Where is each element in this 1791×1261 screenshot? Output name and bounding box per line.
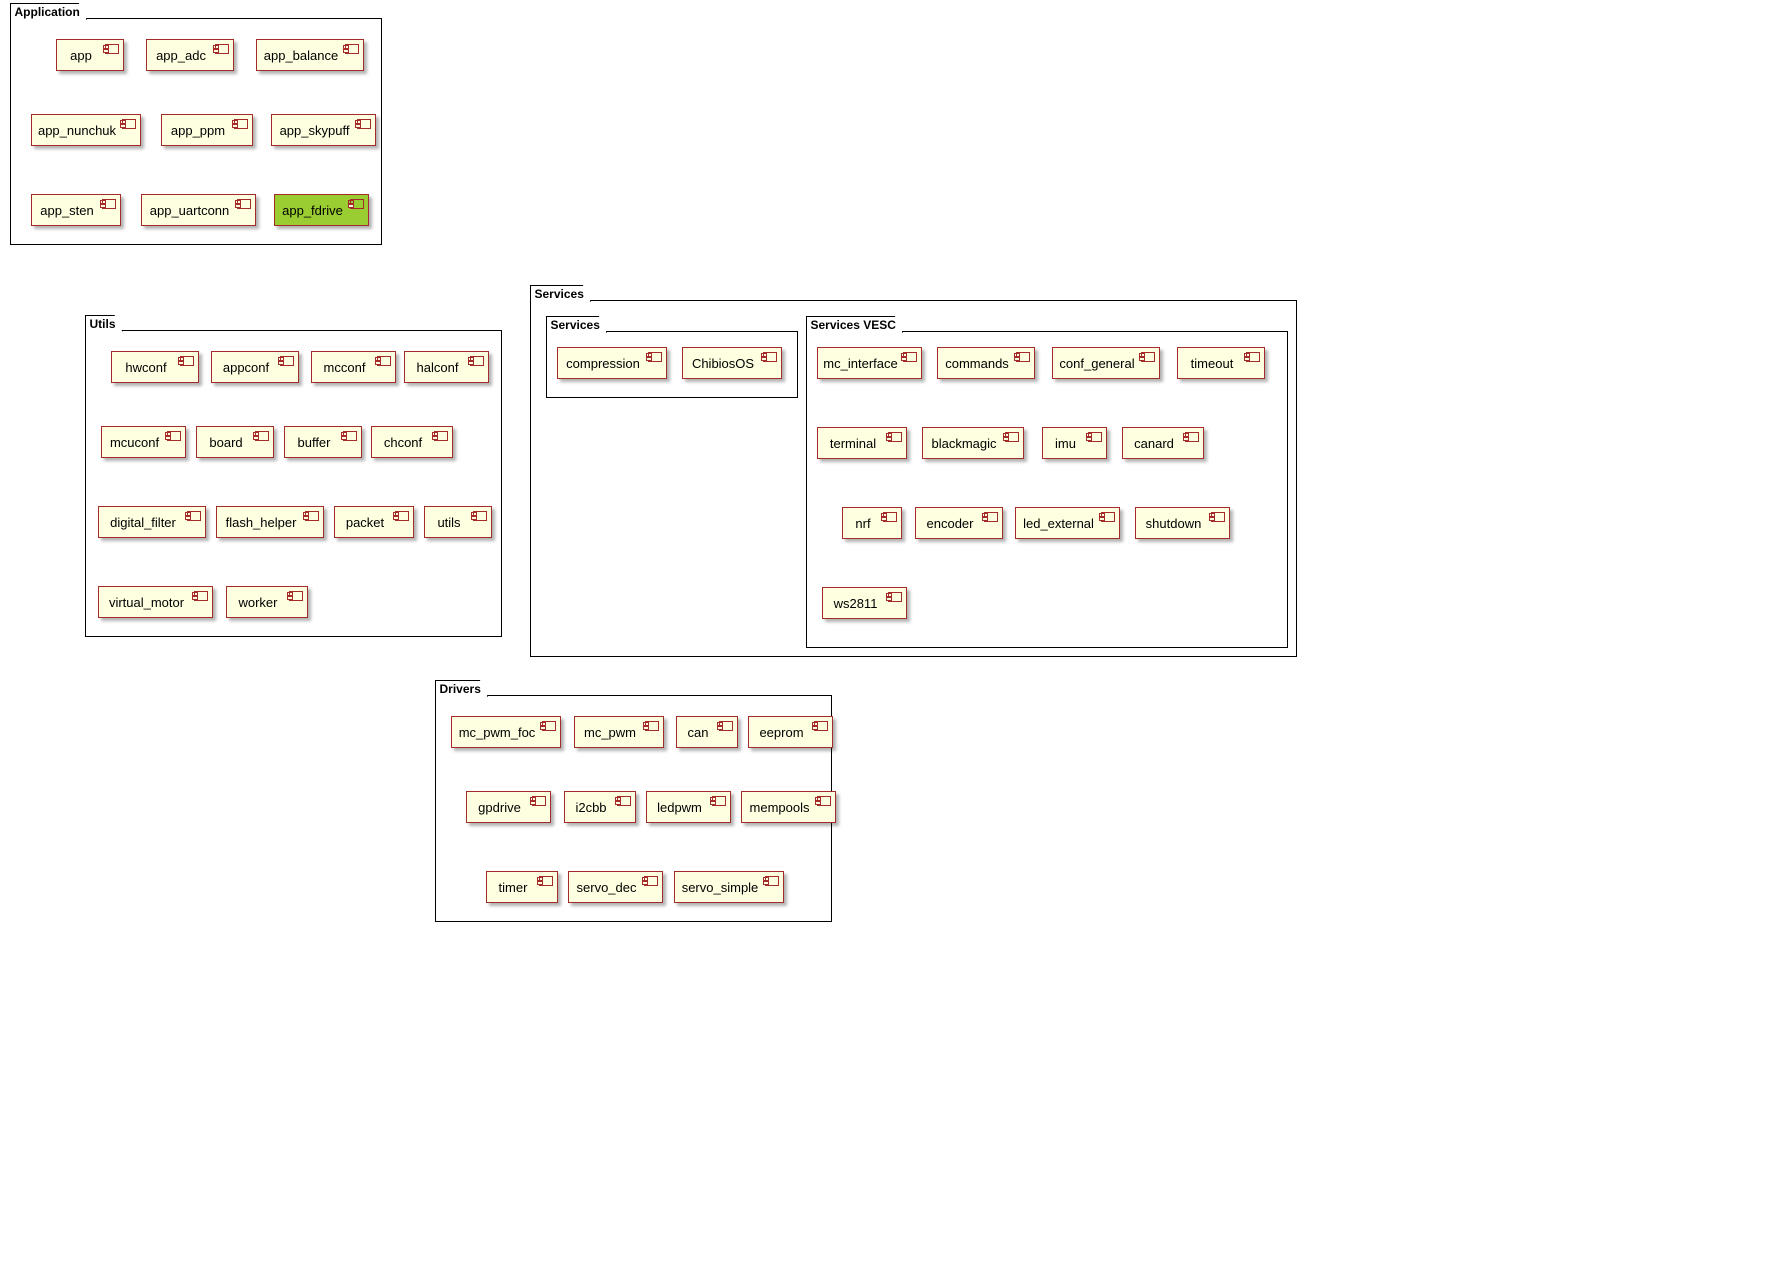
component-timer: timer xyxy=(486,871,558,903)
component-utils: utils xyxy=(424,506,492,538)
component-mcuconf: mcuconf xyxy=(101,426,186,458)
component-ledpwm: ledpwm xyxy=(646,791,731,823)
component-servo-dec: servo_dec xyxy=(568,871,663,903)
component-app-skypuff: app_skypuff xyxy=(271,114,376,146)
component-conf-general: conf_general xyxy=(1052,347,1160,379)
component-chibiosos: ChibiosOS xyxy=(682,347,782,379)
package-tab-application: Application xyxy=(10,3,87,20)
component-mc-pwm: mc_pwm xyxy=(574,716,664,748)
component-app-uartconn: app_uartconn xyxy=(141,194,256,226)
component-mc-interface: mc_interface xyxy=(817,347,922,379)
component-compression: compression xyxy=(557,347,667,379)
component-app-nunchuk: app_nunchuk xyxy=(31,114,141,146)
component-app-balance: app_balance xyxy=(256,39,364,71)
component-commands: commands xyxy=(937,347,1035,379)
component-blackmagic: blackmagic xyxy=(922,427,1024,459)
component-appconf: appconf xyxy=(211,351,299,383)
component-canard: canard xyxy=(1122,427,1204,459)
package-tab-services-vesc: Services VESC xyxy=(806,316,903,333)
component-worker: worker xyxy=(226,586,308,618)
component-app-adc: app_adc xyxy=(146,39,234,71)
package-drivers: Drivers mc_pwm_foc mc_pwm can eeprom gpd… xyxy=(435,695,832,922)
component-eeprom: eeprom xyxy=(748,716,833,748)
component-chconf: chconf xyxy=(371,426,453,458)
component-packet: packet xyxy=(334,506,414,538)
component-imu: imu xyxy=(1042,427,1107,459)
component-board: board xyxy=(196,426,274,458)
component-encoder: encoder xyxy=(915,507,1003,539)
component-flash-helper: flash_helper xyxy=(216,506,324,538)
component-i2cbb: i2cbb xyxy=(564,791,636,823)
component-app-fdrive: app_fdrive xyxy=(274,194,369,226)
package-services-vesc: Services VESC mc_interface commands conf… xyxy=(806,331,1288,648)
component-app: app xyxy=(56,39,124,71)
component-buffer: buffer xyxy=(284,426,362,458)
package-tab-services-inner: Services xyxy=(546,316,607,333)
package-application: Application app app_adc app_balance app_… xyxy=(10,18,382,245)
component-terminal: terminal xyxy=(817,427,907,459)
package-tab-drivers: Drivers xyxy=(435,680,488,697)
package-services-inner: Services compression ChibiosOS xyxy=(546,331,798,398)
component-virtual-motor: virtual_motor xyxy=(98,586,213,618)
component-timeout: timeout xyxy=(1177,347,1265,379)
component-app-sten: app_sten xyxy=(31,194,121,226)
component-servo-simple: servo_simple xyxy=(674,871,784,903)
package-tab-utils: Utils xyxy=(85,315,123,332)
component-mempools: mempools xyxy=(741,791,836,823)
component-mcconf: mcconf xyxy=(311,351,396,383)
component-gpdrive: gpdrive xyxy=(466,791,551,823)
package-services: Services Services compression ChibiosOS … xyxy=(530,300,1297,657)
component-nrf: nrf xyxy=(842,507,902,539)
component-app-ppm: app_ppm xyxy=(161,114,253,146)
component-hwconf: hwconf xyxy=(111,351,199,383)
component-halconf: halconf xyxy=(404,351,489,383)
component-ws2811: ws2811 xyxy=(822,587,907,619)
component-can: can xyxy=(676,716,738,748)
package-tab-services: Services xyxy=(530,285,591,302)
component-shutdown: shutdown xyxy=(1135,507,1230,539)
component-digital-filter: digital_filter xyxy=(98,506,206,538)
package-utils: Utils hwconf appconf mcconf halconf mcuc… xyxy=(85,330,502,637)
component-led-external: led_external xyxy=(1015,507,1120,539)
component-mc-pwm-foc: mc_pwm_foc xyxy=(451,716,561,748)
